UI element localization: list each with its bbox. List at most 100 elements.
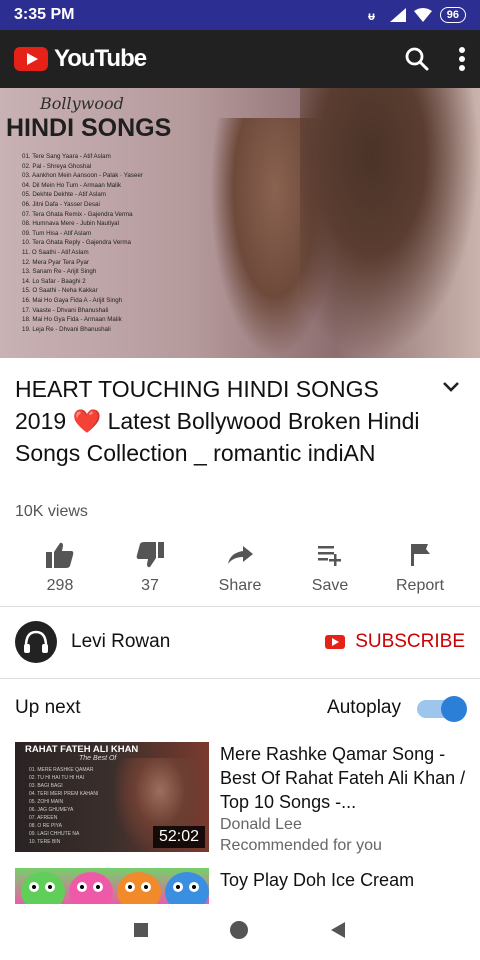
share-icon <box>228 546 253 564</box>
tracklist-item: 12. Mera Pyar Tera Pyar <box>22 258 89 266</box>
tracklist-item: 09. Tum Hisa - Atif Aslam <box>22 229 92 237</box>
save-button[interactable]: Save <box>285 532 375 604</box>
app-bar: YouTube <box>0 30 480 88</box>
thumb-up-icon <box>46 542 74 568</box>
recommended-title[interactable]: Toy Play Doh Ice Cream <box>220 868 470 892</box>
thumbnail-tracklist: 01. MERE RASHKE QAMAR 02. TU HI HAI TU HI… <box>29 766 98 846</box>
tracklist-item: 01. Tere Sang Yaara - Atif Aslam <box>22 153 111 160</box>
report-button[interactable]: Report <box>375 532 465 604</box>
thumbnail-title: RAHAT FATEH ALI KHAN <box>25 744 139 755</box>
recommended-video[interactable]: Toy Play Doh Ice Cream <box>15 868 475 904</box>
status-time: 3:35 PM <box>14 6 75 23</box>
tracklist-item: 16. Mai Ho Gaya Fida A - Arijit Singh <box>22 296 123 304</box>
action-row: 298 37 Share Save Report <box>0 532 480 604</box>
thumbnail-tracklist-item: 01. MERE RASHKE QAMAR <box>29 767 94 773</box>
toy-blob <box>165 872 209 904</box>
tracklist-item: 14. Lo Safar - Baaghi 2 <box>22 277 86 285</box>
tracklist-item: 15. O Saathi - Neha Kakkar <box>22 287 98 295</box>
recommended-video[interactable]: RAHAT FATEH ALI KHAN The Best Of 01. MER… <box>15 742 475 856</box>
tracklist-item: 13. Sanam Re - Arijit Singh <box>22 268 97 276</box>
thumbnail-subtitle: The Best Of <box>79 755 117 762</box>
recommended-reason: Recommended for you <box>220 837 382 854</box>
thumbnail-tracklist-item: 05. ZOHI MAIN <box>29 799 64 805</box>
more-vert-icon[interactable] <box>458 46 466 72</box>
thumbnail-tracklist-item: 02. TU HI HAI TU HI HAI <box>29 775 85 781</box>
system-nav-bar <box>0 904 480 960</box>
flag-icon <box>411 544 430 566</box>
data-saver-icon: ᵾ <box>368 9 375 22</box>
youtube-logo[interactable]: YouTube <box>14 45 147 73</box>
tracklist-item: 04. Dil Mein Ho Tum - Armaan Malik <box>22 181 122 189</box>
tracklist-item: 06. Jitni Dafa - Yasser Desai <box>22 200 100 208</box>
up-next-header: Up next Autoplay <box>15 696 467 722</box>
autoplay-toggle[interactable] <box>417 696 467 722</box>
thumbnail-tracklist-item: 08. O RE PIYA <box>29 823 62 829</box>
like-button[interactable]: 298 <box>15 532 105 604</box>
tracklist-item: 05. Dekhte Dekhte - Atif Aslam <box>22 191 106 199</box>
svg-text:ᵾ: ᵾ <box>368 9 375 22</box>
save-label: Save <box>311 577 349 594</box>
autoplay-label: Autoplay <box>327 697 401 718</box>
subscribe-button[interactable]: SUBSCRIBE <box>325 631 465 653</box>
share-label: Share <box>218 577 262 594</box>
tracklist-item: 07. Tera Ghata Remix - Gajendra Verma <box>22 210 133 218</box>
tracklist-item: 08. Humnava Mere - Jubin Nautiyal <box>22 220 119 228</box>
status-icons: ᵾ 96 <box>368 7 466 23</box>
wifi-icon <box>413 8 432 22</box>
dislike-count: 37 <box>141 577 159 594</box>
thumbnail-tracklist-item: 09. LAGI CHHUTE NA <box>29 831 80 837</box>
playlist-add-icon <box>318 546 341 566</box>
subscribe-label: SUBSCRIBE <box>355 631 465 652</box>
recents-icon[interactable] <box>133 922 149 943</box>
back-icon[interactable] <box>329 921 347 944</box>
tracklist-item: 19. Leja Re - Dhvani Bhanushali <box>22 325 111 333</box>
search-icon[interactable] <box>404 46 430 72</box>
expand-chevron-icon[interactable] <box>440 375 462 402</box>
youtube-wordmark: YouTube <box>54 45 147 72</box>
thumbnail-tracklist-item: 03. BAGI BAGI <box>29 783 63 789</box>
battery-indicator: 96 <box>439 7 466 23</box>
video-thumbnail[interactable] <box>15 868 209 904</box>
video-thumbnail[interactable]: RAHAT FATEH ALI KHAN The Best Of 01. MER… <box>15 742 209 852</box>
dislike-button[interactable]: 37 <box>105 532 195 604</box>
view-count: 10K views <box>15 503 88 520</box>
channel-row: Levi Rowan SUBSCRIBE <box>0 606 480 678</box>
toy-blob <box>69 872 113 904</box>
headphones-icon <box>24 630 48 653</box>
tracklist-item: 18. Mai Ho Gya Fida - Armaan Malik <box>22 316 122 324</box>
video-title[interactable]: HEART TOUCHING HINDI SONGS 2019 ❤️ Lates… <box>15 373 435 469</box>
toy-blob <box>21 872 65 904</box>
tracklist-item: 17. Vaaste - Dhvani Bhanushali <box>22 306 109 314</box>
thumbnail-tracklist-item: 06. JAG GHUMEYA <box>29 807 74 813</box>
status-bar: 3:35 PM ᵾ 96 <box>0 0 480 30</box>
thumbnail-tracklist-item: 04. TERI MERI PREM KAHANI <box>29 791 99 797</box>
thumbnail-tracklist-item: 07. AFREEN <box>29 815 58 821</box>
like-count: 298 <box>46 577 74 594</box>
youtube-play-icon <box>325 635 346 649</box>
tracklist-item: 11. O Saathi - Atif Aslam <box>22 248 89 256</box>
thumbnail-tracklist-item: 10. TERE BIN <box>29 839 61 845</box>
channel-name[interactable]: Levi Rowan <box>71 631 170 653</box>
tracklist-item: 02. Pal - Shreya Ghoshal <box>22 162 92 170</box>
signal-icon <box>389 8 406 22</box>
tracklist-item: 10. Tera Ghata Reply - Gajendra Verma <box>22 239 131 247</box>
video-player[interactable]: Bollywood HINDI SONGS 01. Tere Sang Yaar… <box>0 88 480 358</box>
home-icon[interactable] <box>229 920 249 945</box>
channel-avatar[interactable] <box>15 621 57 663</box>
tracklist-item: 03. Aankhon Mein Aansoon - Palak · Yasee… <box>22 172 143 180</box>
video-brand-text: Bollywood <box>40 94 124 113</box>
video-figure-man <box>300 88 480 358</box>
divider <box>0 678 480 679</box>
video-tracklist: 01. Tere Sang Yaara - Atif Aslam 02. Pal … <box>22 152 143 334</box>
video-heading: HINDI SONGS <box>6 114 172 142</box>
toggle-knob <box>441 696 467 722</box>
video-duration: 52:02 <box>152 826 205 848</box>
share-button[interactable]: Share <box>195 532 285 604</box>
report-label: Report <box>395 577 445 594</box>
thumb-down-icon <box>136 542 164 568</box>
recommended-title[interactable]: Mere Rashke Qamar Song - Best Of Rahat F… <box>220 742 470 814</box>
recommended-channel: Donald Lee <box>220 816 302 833</box>
youtube-play-icon <box>14 47 48 71</box>
toy-blob <box>117 872 161 904</box>
heart-emoji: ❤️ <box>72 408 102 434</box>
